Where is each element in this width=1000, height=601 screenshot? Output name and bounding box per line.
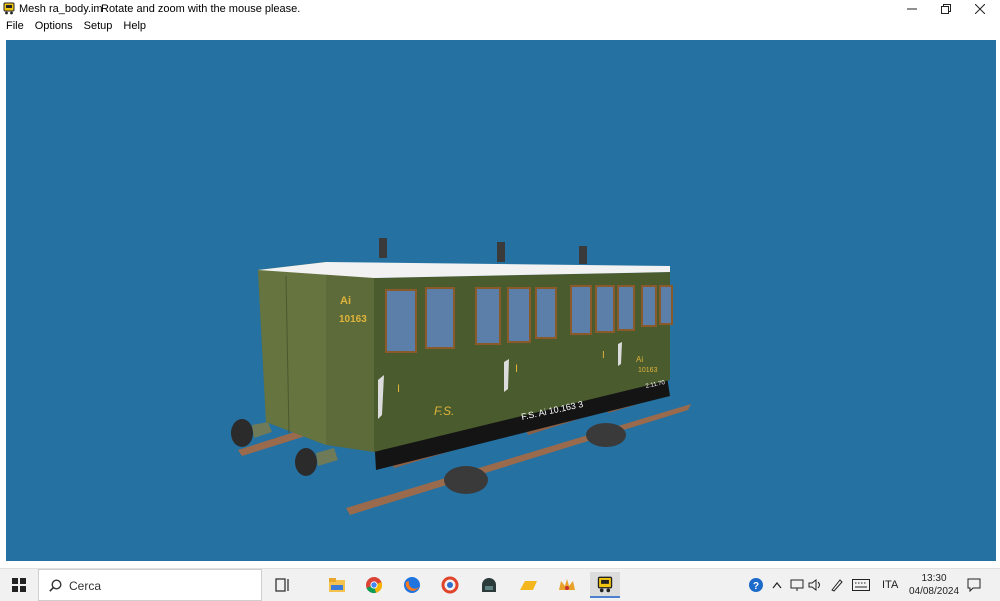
keyboard-icon[interactable] [852, 569, 870, 601]
search-placeholder: Cerca [69, 579, 102, 593]
side-class-mark: I [397, 383, 400, 395]
help-tray-icon[interactable]: ? [748, 569, 766, 601]
side-class-mark: I [515, 363, 518, 375]
bogie [444, 466, 488, 494]
title-bar: Mesh ra_body.im Rotate and zoom with the… [0, 0, 1000, 18]
clock-time: 13:30 [921, 573, 947, 584]
roof-lamp [379, 238, 387, 258]
clock-date: 04/08/2024 [908, 586, 960, 597]
window-message: Rotate and zoom with the mouse please. [101, 3, 301, 15]
carriage-model: Ai 10163 I I I F.S. Ai 10163 F.S. Ai 10.… [231, 238, 691, 515]
bogie [586, 423, 626, 447]
side-class-mark: I [602, 350, 605, 361]
menu-help[interactable]: Help [117, 18, 151, 34]
minimize-icon[interactable] [895, 0, 929, 18]
windows-start-icon[interactable] [0, 569, 37, 601]
side-owner-label: F.S. [434, 404, 454, 418]
speaker-icon[interactable] [808, 569, 822, 601]
roof-lamp [497, 242, 505, 262]
buffer-stock [316, 448, 338, 466]
network-icon[interactable] [790, 569, 804, 601]
3d-viewport[interactable]: Ai 10163 I I I F.S. Ai 10163 F.S. Ai 10.… [6, 40, 996, 561]
train-app-icon[interactable] [590, 572, 620, 598]
side-small-number: 10163 [638, 367, 658, 374]
roof-lamp [579, 246, 587, 264]
window-title: Mesh ra_body.im [19, 3, 103, 15]
end-class-label: Ai [340, 295, 351, 307]
buffer [295, 448, 317, 476]
file-explorer-icon[interactable] [322, 572, 352, 598]
taskbar: Cerca ? ITA 13:30 04/08/2024 [0, 568, 1000, 601]
language-indicator[interactable]: ITA [882, 569, 898, 601]
chrome-icon[interactable] [359, 572, 389, 598]
clock[interactable]: 13:30 04/08/2024 [905, 572, 963, 598]
menu-file[interactable]: File [0, 18, 29, 34]
carriage-end-left [258, 262, 326, 445]
chevron-up-icon[interactable] [772, 569, 782, 601]
pen-icon[interactable] [830, 569, 844, 601]
end-number-label: 10163 [339, 314, 367, 325]
menu-setup[interactable]: Setup [78, 18, 118, 34]
menu-options[interactable]: Options [29, 18, 78, 34]
yellow-app-icon[interactable] [514, 572, 544, 598]
crown-app-icon[interactable] [552, 572, 582, 598]
side-small-class: Ai [636, 355, 643, 364]
buffer [231, 419, 253, 447]
svg-text:?: ? [753, 581, 759, 592]
ring-app-icon[interactable] [435, 572, 465, 598]
taskbar-search[interactable]: Cerca [38, 569, 262, 601]
dome-app-icon[interactable] [474, 572, 504, 598]
firefox-icon[interactable] [397, 572, 427, 598]
search-icon [49, 579, 62, 592]
close-icon[interactable] [963, 0, 997, 18]
train-icon [3, 2, 15, 15]
buffer-stock [252, 422, 272, 438]
task-view-icon[interactable] [268, 572, 298, 598]
notification-icon[interactable] [967, 569, 981, 601]
restore-icon[interactable] [929, 0, 963, 18]
menu-bar: File Options Setup Help [0, 18, 1000, 34]
